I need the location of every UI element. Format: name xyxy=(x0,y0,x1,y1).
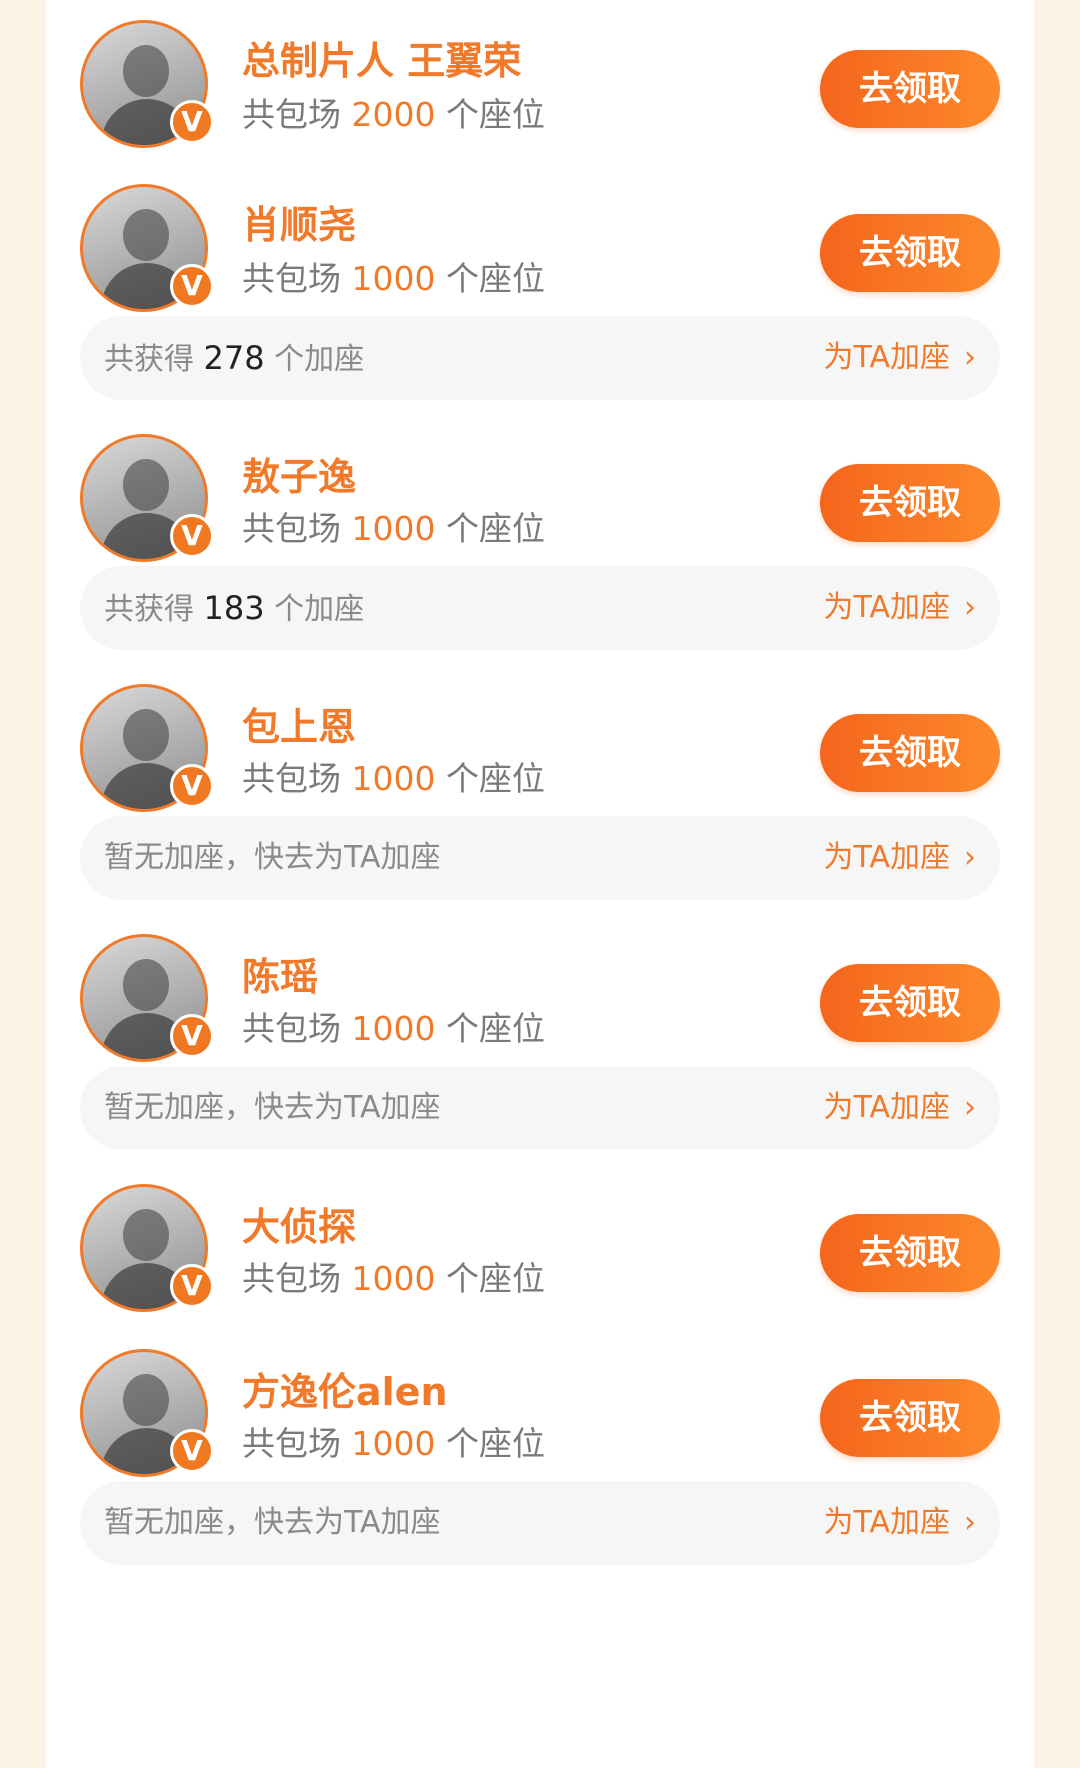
user-name[interactable]: 肖顺尧 xyxy=(242,194,356,249)
chevron-right-icon: › xyxy=(964,840,976,875)
verified-badge-icon: V xyxy=(170,764,214,808)
claim-button[interactable]: 去领取 xyxy=(820,464,1000,542)
add-seat-link[interactable]: 为TA加座 › xyxy=(823,316,976,400)
user-name[interactable]: 陈瑶 xyxy=(242,946,318,1001)
verified-badge-icon: V xyxy=(170,100,214,144)
no-extra-seat-text: 暂无加座，快去为TA加座 xyxy=(104,840,441,875)
add-seat-link[interactable]: 为TA加座 › xyxy=(823,816,976,900)
extra-seat-count: 共获得 183 个加座 xyxy=(104,589,365,627)
add-seat-link[interactable]: 为TA加座 › xyxy=(823,566,976,650)
seat-count-text: 共包场 2000 个座位 xyxy=(242,95,545,134)
user-name[interactable]: 方逸伦alen xyxy=(242,1361,448,1416)
seat-count-text: 共包场 1000 个座位 xyxy=(242,509,545,548)
extra-seat-bar[interactable]: 共获得 183 个加座 为TA加座 › xyxy=(80,566,1000,650)
user-name[interactable]: 大侦探 xyxy=(242,1196,356,1251)
claim-button[interactable]: 去领取 xyxy=(820,50,1000,128)
list-item: V 包上恩 共包场 1000 个座位 去领取 暂无加座，快去为TA加座 为TA加… xyxy=(46,680,1034,910)
add-seat-link[interactable]: 为TA加座 › xyxy=(823,1066,976,1150)
claim-button[interactable]: 去领取 xyxy=(820,214,1000,292)
no-extra-seat-text: 暂无加座，快去为TA加座 xyxy=(104,1090,441,1125)
claim-button[interactable]: 去领取 xyxy=(820,1379,1000,1457)
list-item: V 方逸伦alen 共包场 1000 个座位 去领取 暂无加座，快去为TA加座 … xyxy=(46,1345,1034,1575)
extra-seat-bar[interactable]: 暂无加座，快去为TA加座 为TA加座 › xyxy=(80,1481,1000,1565)
list-item: V 敖子逸 共包场 1000 个座位 去领取 共获得 183 个加座 为TA加座… xyxy=(46,430,1034,660)
extra-seat-count: 共获得 278 个加座 xyxy=(104,339,365,377)
extra-seat-bar[interactable]: 共获得 278 个加座 为TA加座 › xyxy=(80,316,1000,400)
user-name[interactable]: 敖子逸 xyxy=(242,446,356,501)
list-item: V 总制片人 王翼荣 共包场 2000 个座位 去领取 xyxy=(46,0,1034,160)
extra-seat-bar[interactable]: 暂无加座，快去为TA加座 为TA加座 › xyxy=(80,1066,1000,1150)
claim-button[interactable]: 去领取 xyxy=(820,1214,1000,1292)
extra-seat-bar[interactable]: 暂无加座，快去为TA加座 为TA加座 › xyxy=(80,816,1000,900)
add-seat-link[interactable]: 为TA加座 › xyxy=(823,1481,976,1565)
list-item: V 肖顺尧 共包场 1000 个座位 去领取 共获得 278 个加座 为TA加座… xyxy=(46,170,1034,400)
celebrity-list: V 总制片人 王翼荣 共包场 2000 个座位 去领取 V 肖顺尧 共包场 10… xyxy=(46,0,1034,1768)
seat-count-text: 共包场 1000 个座位 xyxy=(242,1259,545,1298)
verified-badge-icon: V xyxy=(170,1429,214,1473)
verified-badge-icon: V xyxy=(170,514,214,558)
verified-badge-icon: V xyxy=(170,264,214,308)
seat-count-text: 共包场 1000 个座位 xyxy=(242,759,545,798)
user-name[interactable]: 总制片人 王翼荣 xyxy=(242,30,521,85)
claim-button[interactable]: 去领取 xyxy=(820,714,1000,792)
no-extra-seat-text: 暂无加座，快去为TA加座 xyxy=(104,1505,441,1540)
chevron-right-icon: › xyxy=(964,590,976,625)
seat-count-text: 共包场 1000 个座位 xyxy=(242,1009,545,1048)
chevron-right-icon: › xyxy=(964,1090,976,1125)
claim-button[interactable]: 去领取 xyxy=(820,964,1000,1042)
verified-badge-icon: V xyxy=(170,1264,214,1308)
chevron-right-icon: › xyxy=(964,1505,976,1540)
verified-badge-icon: V xyxy=(170,1014,214,1058)
seat-count-text: 共包场 1000 个座位 xyxy=(242,259,545,298)
list-item: V 陈瑶 共包场 1000 个座位 去领取 暂无加座，快去为TA加座 为TA加座… xyxy=(46,930,1034,1160)
seat-count-text: 共包场 1000 个座位 xyxy=(242,1424,545,1463)
chevron-right-icon: › xyxy=(964,340,976,375)
user-name[interactable]: 包上恩 xyxy=(242,696,356,751)
list-item: V 大侦探 共包场 1000 个座位 去领取 xyxy=(46,1180,1034,1330)
